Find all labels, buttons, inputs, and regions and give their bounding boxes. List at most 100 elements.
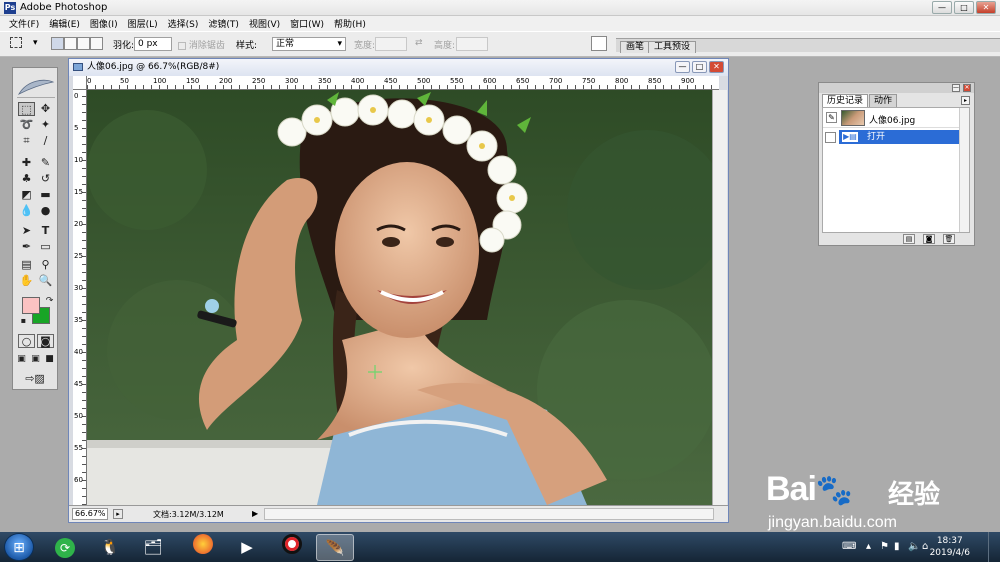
new-snapshot-icon[interactable]: ◙	[923, 234, 935, 244]
maximize-button[interactable]: □	[954, 1, 974, 14]
menu-file[interactable]: 文件(F)	[4, 17, 44, 30]
brush-tool-icon[interactable]: ✎	[37, 156, 54, 170]
file-browser-icon[interactable]	[591, 36, 607, 51]
default-colors-icon[interactable]: ▪	[15, 314, 32, 328]
trash-icon[interactable]: 🗑	[943, 234, 955, 244]
foreground-color-swatch[interactable]	[22, 297, 40, 314]
brushes-tab[interactable]: 画笔	[620, 41, 651, 53]
keyboard-icon[interactable]: ⌨	[842, 541, 856, 552]
recorder-icon[interactable]	[273, 534, 311, 561]
menu-window[interactable]: 窗口(W)	[285, 17, 329, 30]
swap-colors-icon[interactable]: ↷	[41, 294, 58, 308]
horizontal-scrollbar[interactable]	[264, 508, 714, 520]
style-select[interactable]: 正常 ▾	[272, 37, 346, 51]
magic-wand-icon[interactable]: ✦	[37, 118, 54, 132]
history-state-checkbox[interactable]	[825, 132, 836, 143]
photoshop-icon[interactable]: 🪶	[316, 534, 354, 561]
notes-tool-icon[interactable]: ▤	[18, 258, 35, 272]
quick-mask-icon[interactable]: ◙	[37, 334, 54, 348]
type-tool-icon[interactable]: T	[37, 224, 54, 238]
crop-tool-icon[interactable]: ⌗	[18, 134, 35, 148]
move-tool-icon[interactable]: ✥	[37, 102, 54, 116]
history-state-open[interactable]: ▶▤ 打开	[839, 130, 967, 144]
doc-close-button[interactable]: ✕	[709, 61, 724, 73]
status-arrow-icon[interactable]: ▶	[252, 509, 258, 518]
dodge-tool-icon[interactable]: ●	[37, 204, 54, 218]
vertical-scrollbar[interactable]	[712, 90, 727, 505]
zoom-tool-icon[interactable]: 🔍	[37, 274, 54, 288]
doc-maximize-button[interactable]: □	[692, 61, 707, 73]
horizontal-ruler[interactable]: 0 50 100 150 200 250 300 350 400 450 500…	[87, 76, 719, 90]
height-input[interactable]	[456, 37, 488, 51]
qq-icon[interactable]: 🐧	[91, 534, 129, 561]
show-desktop-button[interactable]	[988, 532, 1000, 562]
blur-tool-icon[interactable]: 💧	[18, 204, 35, 218]
tab-actions[interactable]: 动作	[869, 94, 898, 107]
menu-filter[interactable]: 滤镜(T)	[203, 17, 244, 30]
tool-presets-tab[interactable]: 工具预设	[648, 41, 697, 53]
history-brush-source-icon[interactable]: ✎	[826, 112, 837, 123]
explorer-icon[interactable]: 🗂	[134, 534, 172, 561]
ruler-origin[interactable]	[73, 76, 87, 90]
zoom-field[interactable]: 66.67%	[72, 508, 108, 520]
status-menu-icon[interactable]: ▸	[113, 509, 123, 519]
full-screen-menu-icon[interactable]: ▣	[29, 352, 42, 366]
show-hidden-icons[interactable]: ▴	[866, 541, 871, 552]
panel-minimize-button[interactable]: —	[952, 84, 960, 92]
marquee-preset-icon[interactable]	[10, 37, 22, 48]
menu-layer[interactable]: 图层(L)	[123, 17, 163, 30]
media-player-icon[interactable]: ▶	[228, 534, 266, 561]
clock[interactable]: 18:37 2019/4/6	[930, 535, 970, 559]
clone-stamp-icon[interactable]: ♣	[18, 172, 35, 186]
hand-tool-icon[interactable]: ✋	[18, 274, 35, 288]
history-brush-icon[interactable]: ↺	[37, 172, 54, 186]
volume-icon[interactable]: 🔈	[908, 541, 920, 552]
new-document-from-state-icon[interactable]: ▤	[903, 234, 915, 244]
subtract-selection-icon[interactable]	[77, 37, 90, 50]
network-icon[interactable]: ▮	[894, 541, 900, 552]
menu-select[interactable]: 选择(S)	[163, 17, 204, 30]
intersect-selection-icon[interactable]	[90, 37, 103, 50]
healing-brush-icon[interactable]: ✚	[18, 156, 35, 170]
pen-tool-icon[interactable]: ✒	[18, 240, 35, 254]
swap-icon[interactable]: ⇄	[415, 38, 423, 48]
path-selection-icon[interactable]: ➤	[18, 224, 35, 238]
clock-time: 18:37	[936, 536, 963, 546]
close-button[interactable]: ✕	[976, 1, 996, 14]
marquee-tool-icon[interactable]: ⬚	[18, 102, 35, 116]
menu-edit[interactable]: 编辑(E)	[44, 17, 85, 30]
slice-tool-icon[interactable]: ∕	[37, 134, 54, 148]
gradient-tool-icon[interactable]: ▬	[37, 188, 54, 202]
menu-image[interactable]: 图像(I)	[85, 17, 123, 30]
antialias-checkbox[interactable]: 消除锯齿	[178, 38, 225, 51]
ime-icon[interactable]: ⌂	[922, 541, 928, 552]
standard-screen-icon[interactable]: ▣	[15, 352, 28, 366]
menu-view[interactable]: 视图(V)	[244, 17, 285, 30]
history-snapshot[interactable]: ✎ 人像06.jpg	[823, 108, 969, 128]
360-icon[interactable]: ⟳	[46, 534, 84, 561]
firefox-icon[interactable]	[184, 534, 222, 561]
history-scrollbar[interactable]	[959, 108, 969, 232]
flag-icon[interactable]: ⚑	[880, 541, 889, 552]
image-canvas[interactable]	[87, 90, 712, 505]
eraser-tool-icon[interactable]: ◩	[18, 188, 35, 202]
vertical-ruler[interactable]: 0 5 10 15 20 25 30 35 40 45 50 55 60	[73, 90, 87, 505]
full-screen-icon[interactable]: ■	[43, 352, 56, 366]
jump-to-imageready-icon[interactable]: ⇨▨	[18, 372, 52, 386]
width-input[interactable]	[375, 37, 407, 51]
tab-history[interactable]: 历史记录	[822, 94, 869, 107]
start-button[interactable]: ⊞	[4, 533, 34, 561]
menu-help[interactable]: 帮助(H)	[329, 17, 371, 30]
eyedropper-icon[interactable]: ⚲	[37, 258, 54, 272]
minimize-button[interactable]: —	[932, 1, 952, 14]
panel-menu-icon[interactable]: ▸	[961, 96, 970, 105]
preset-dropdown-icon[interactable]: ▾	[33, 38, 38, 48]
new-selection-icon[interactable]	[51, 37, 64, 50]
standard-mode-icon[interactable]: ○	[18, 334, 35, 348]
add-selection-icon[interactable]	[64, 37, 77, 50]
doc-minimize-button[interactable]: —	[675, 61, 690, 73]
lasso-tool-icon[interactable]: ➰	[18, 118, 35, 132]
panel-close-button[interactable]: ✕	[963, 84, 971, 92]
shape-tool-icon[interactable]: ▭	[37, 240, 54, 254]
feather-input[interactable]: 0 px	[134, 37, 172, 51]
